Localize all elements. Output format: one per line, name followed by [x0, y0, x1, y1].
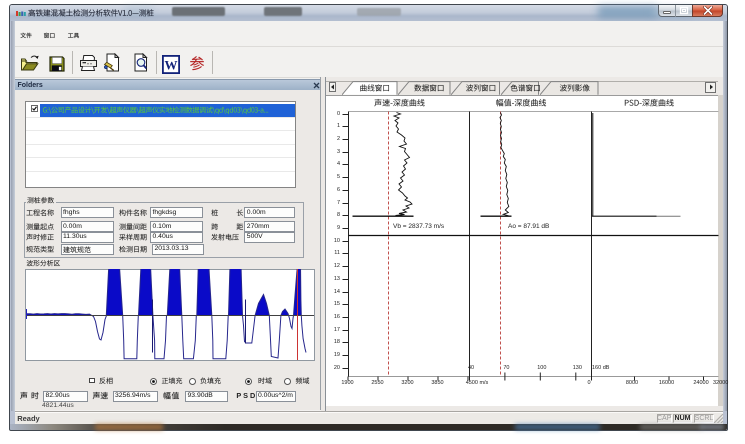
svg-text:W: W [165, 58, 178, 73]
